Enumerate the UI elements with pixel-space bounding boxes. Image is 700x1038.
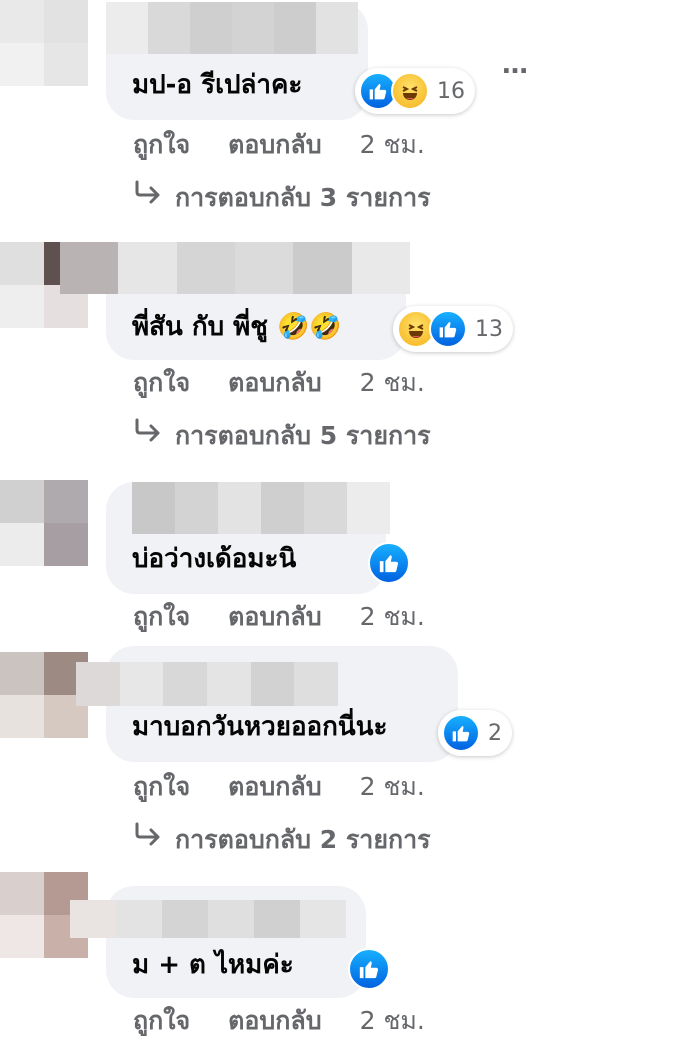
more-options-button[interactable]: …: [502, 50, 529, 80]
like-icon: [429, 310, 467, 348]
reaction-summary[interactable]: 13: [393, 306, 513, 352]
replies-count-label: การตอบกลับ 3 รายการ: [175, 182, 431, 212]
author-name-blurred[interactable]: [60, 242, 410, 294]
replies-count-label: การตอบกลับ 5 รายการ: [175, 420, 431, 450]
reply-button[interactable]: ตอบกลับ: [228, 1004, 321, 1038]
view-replies-link[interactable]: การตอบกลับ 3 รายการ: [133, 180, 431, 215]
comment-bubble: บ่อว่างเด้อมะนิ: [106, 482, 390, 594]
reaction-count: 16: [437, 78, 465, 104]
comment-text: ม + ต ไหมค่ะ: [132, 950, 294, 980]
timestamp[interactable]: 2 ชม.: [360, 600, 425, 634]
timestamp[interactable]: 2 ชม.: [360, 770, 425, 804]
reply-button[interactable]: ตอบกลับ: [228, 600, 321, 634]
like-icon: [442, 714, 480, 752]
comment-text: พี่สัน กับ พี่ชู 🤣🤣: [132, 312, 342, 342]
author-name-blurred[interactable]: [106, 2, 358, 54]
timestamp[interactable]: 2 ชม.: [360, 128, 425, 162]
avatar[interactable]: [0, 652, 88, 738]
view-replies-link[interactable]: การตอบกลับ 2 รายการ: [133, 822, 431, 857]
author-name-blurred[interactable]: [70, 900, 346, 938]
timestamp[interactable]: 2 ชม.: [360, 366, 425, 400]
like-button[interactable]: ถูกใจ: [133, 128, 190, 162]
comment-bubble: มาบอกวันหวยออกนี่นะ: [76, 646, 458, 762]
reply-button[interactable]: ตอบกลับ: [228, 366, 321, 400]
reply-arrow-icon: [133, 822, 163, 857]
reaction-summary[interactable]: 2: [438, 710, 512, 756]
view-replies-link[interactable]: การตอบกลับ 5 รายการ: [133, 418, 431, 453]
like-icon: [348, 948, 390, 990]
reaction-count: 2: [488, 720, 502, 746]
avatar[interactable]: [0, 0, 88, 86]
timestamp[interactable]: 2 ชม.: [360, 1004, 425, 1038]
reaction-summary[interactable]: [348, 946, 398, 992]
comment-bubble: ม + ต ไหมค่ะ: [70, 886, 366, 998]
comment-bubble: มป-อ รีเปล่าคะ: [106, 2, 368, 120]
like-button[interactable]: ถูกใจ: [133, 600, 190, 634]
reaction-summary[interactable]: [368, 540, 418, 586]
reply-button[interactable]: ตอบกลับ: [228, 128, 321, 162]
like-button[interactable]: ถูกใจ: [133, 366, 190, 400]
comment-text: มาบอกวันหวยออกนี่นะ: [132, 712, 388, 742]
reply-arrow-icon: [133, 418, 163, 453]
comment-actions: ถูกใจ ตอบกลับ 2 ชม.: [133, 1004, 425, 1038]
comment-actions: ถูกใจ ตอบกลับ 2 ชม.: [133, 600, 425, 634]
comment-actions: ถูกใจ ตอบกลับ 2 ชม.: [133, 366, 425, 400]
like-icon: [368, 542, 410, 584]
replies-count-label: การตอบกลับ 2 รายการ: [175, 824, 431, 854]
comment-actions: ถูกใจ ตอบกลับ 2 ชม.: [133, 770, 425, 804]
comment-actions: ถูกใจ ตอบกลับ 2 ชม.: [133, 128, 425, 162]
reply-arrow-icon: [133, 180, 163, 215]
reaction-summary[interactable]: 16: [355, 68, 475, 114]
comment-text: บ่อว่างเด้อมะนิ: [132, 544, 297, 574]
reply-button[interactable]: ตอบกลับ: [228, 770, 321, 804]
comment-text: มป-อ รีเปล่าคะ: [132, 70, 303, 100]
haha-icon: [391, 72, 429, 110]
author-name-blurred[interactable]: [76, 662, 338, 706]
avatar[interactable]: [0, 480, 88, 566]
comment-bubble: พี่สัน กับ พี่ชู 🤣🤣: [60, 242, 410, 360]
author-name-blurred[interactable]: [132, 482, 390, 534]
like-button[interactable]: ถูกใจ: [133, 770, 190, 804]
reaction-count: 13: [475, 316, 503, 342]
like-button[interactable]: ถูกใจ: [133, 1004, 190, 1038]
